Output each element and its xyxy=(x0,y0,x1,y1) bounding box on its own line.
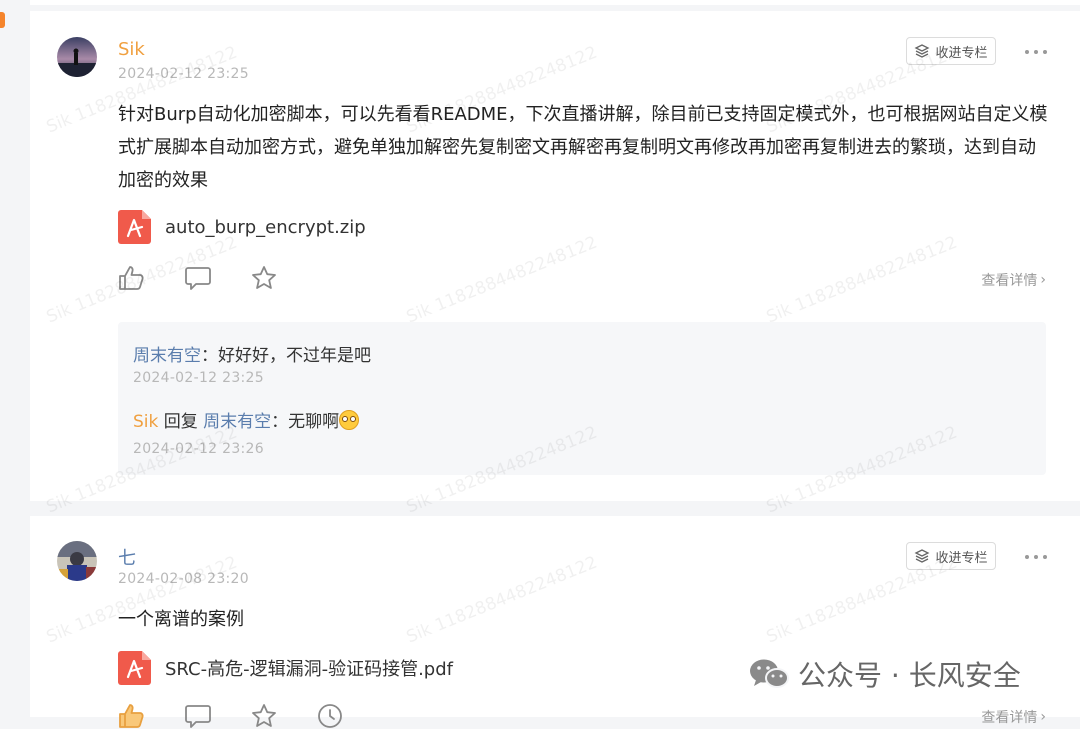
collect-to-column-button[interactable]: 收进专栏 xyxy=(906,542,996,570)
details-label: 查看详情 xyxy=(981,273,1038,289)
view-details-link[interactable]: 查看详情 › xyxy=(981,270,1046,290)
comment-time: 2024-02-12 23:25 xyxy=(133,370,264,386)
comment-text: 无聊啊 xyxy=(288,412,340,432)
previous-card-edge xyxy=(30,0,1080,5)
view-details-link[interactable]: 查看详情 › xyxy=(981,707,1046,727)
post-body: 针对Burp自动化加密脚本，可以先看看README，下次直播讲解，除目前已支持固… xyxy=(118,104,1048,191)
attachment[interactable]: SRC-高危-逻辑漏洞-验证码接管.pdf xyxy=(118,651,453,685)
file-icon xyxy=(118,210,151,244)
collect-to-column-button[interactable]: 收进专栏 xyxy=(906,37,996,65)
collect-icon xyxy=(915,44,930,58)
avatar[interactable] xyxy=(57,541,97,581)
action-bar xyxy=(118,265,278,291)
comment-reply: Sik 回复 周末有空：无聊啊 xyxy=(133,407,360,432)
post-time: 2024-02-12 23:25 xyxy=(118,66,249,82)
like-icon[interactable] xyxy=(118,703,146,729)
post-time: 2024-02-08 23:20 xyxy=(118,571,249,587)
dizzy-face-emoji-icon xyxy=(339,410,360,430)
star-icon[interactable] xyxy=(250,265,278,291)
chevron-right-icon: › xyxy=(1040,709,1046,725)
separator: ： xyxy=(271,412,289,432)
collect-icon xyxy=(915,549,930,563)
author-name[interactable]: Sik xyxy=(118,39,145,60)
comment-icon[interactable] xyxy=(184,265,212,291)
pdf-file-icon xyxy=(118,651,151,685)
commenter-name[interactable]: Sik xyxy=(133,412,158,432)
action-bar xyxy=(118,703,344,729)
comment-icon[interactable] xyxy=(184,703,212,729)
details-label: 查看详情 xyxy=(981,710,1038,726)
more-options-icon[interactable] xyxy=(1025,554,1047,560)
left-accent-bar xyxy=(0,12,5,28)
comment-section: 周末有空：好好好，不过年是吧 2024-02-12 23:25 Sik 回复 周… xyxy=(118,322,1046,475)
wechat-icon xyxy=(750,659,789,688)
attachment[interactable]: auto_burp_encrypt.zip xyxy=(118,210,366,244)
separator: ： xyxy=(201,346,218,366)
collect-label: 收进专栏 xyxy=(935,550,988,566)
comment: 周末有空：好好好，不过年是吧 xyxy=(133,341,371,366)
brand-name: 公众号 · 长风安全 xyxy=(798,659,1021,692)
attachment-name: SRC-高危-逻辑漏洞-验证码接管.pdf xyxy=(165,659,453,680)
more-options-icon[interactable] xyxy=(1025,49,1047,55)
clock-icon[interactable] xyxy=(316,703,344,729)
commenter-name[interactable]: 周末有空 xyxy=(133,346,201,366)
comment-time: 2024-02-12 23:26 xyxy=(133,441,264,457)
account-brand: 公众号 · 长风安全 xyxy=(748,654,1021,694)
reply-word: 回复 xyxy=(163,412,198,432)
post-body: 一个离谱的案例 xyxy=(118,609,244,630)
comment-text: 好好好，不过年是吧 xyxy=(218,346,371,366)
reply-target-name[interactable]: 周末有空 xyxy=(203,412,271,432)
like-icon[interactable] xyxy=(118,265,146,291)
collect-label: 收进专栏 xyxy=(935,45,988,61)
author-name[interactable]: 七 xyxy=(118,544,136,570)
post-card: Sik 2024-02-12 23:25 收进专栏 针对Burp自动化加密脚本，… xyxy=(30,11,1080,501)
attachment-name: auto_burp_encrypt.zip xyxy=(165,216,366,238)
star-icon[interactable] xyxy=(250,703,278,729)
avatar[interactable] xyxy=(57,37,97,77)
chevron-right-icon: › xyxy=(1040,272,1046,288)
